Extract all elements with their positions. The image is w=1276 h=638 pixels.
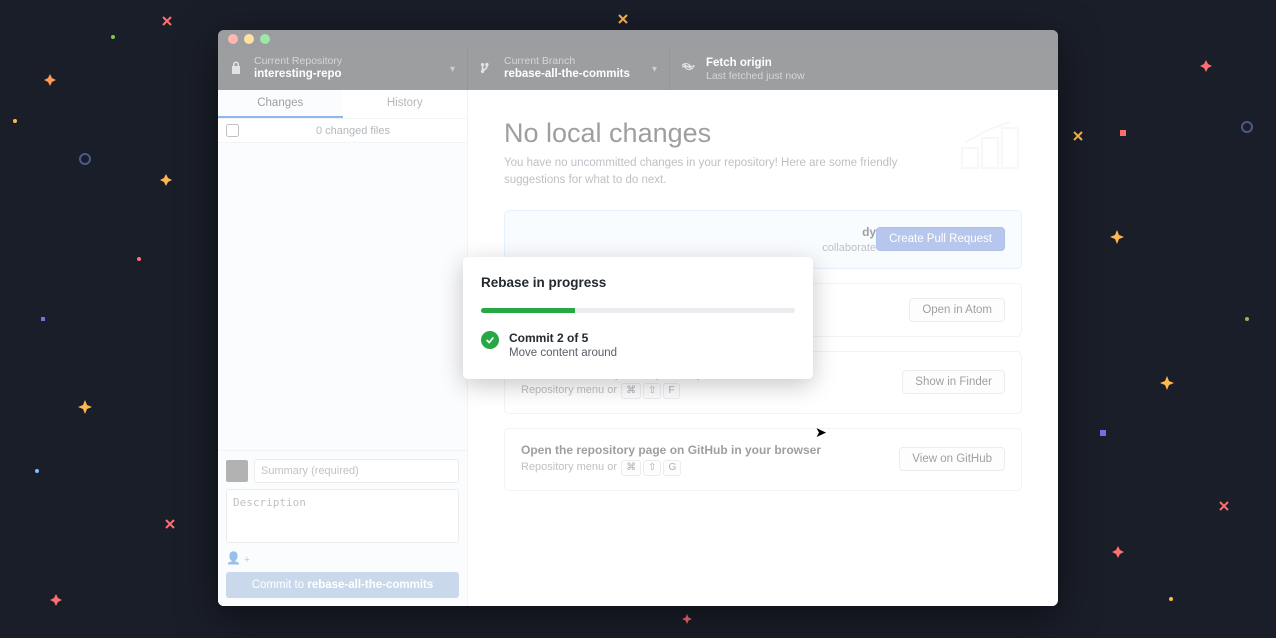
modal-overlay: Rebase in progress Commit 2 of 5 Move co… bbox=[218, 30, 1058, 606]
cursor-icon: ➤ bbox=[815, 424, 827, 441]
progress-bar bbox=[481, 308, 795, 313]
app-window: Current Repository interesting-repo ▾ Cu… bbox=[218, 30, 1058, 606]
rebase-dialog: Rebase in progress Commit 2 of 5 Move co… bbox=[463, 257, 813, 379]
commit-progress-title: Commit 2 of 5 bbox=[509, 331, 617, 345]
dialog-title: Rebase in progress bbox=[481, 275, 795, 290]
commit-progress-message: Move content around bbox=[509, 347, 617, 359]
check-icon bbox=[481, 331, 499, 349]
